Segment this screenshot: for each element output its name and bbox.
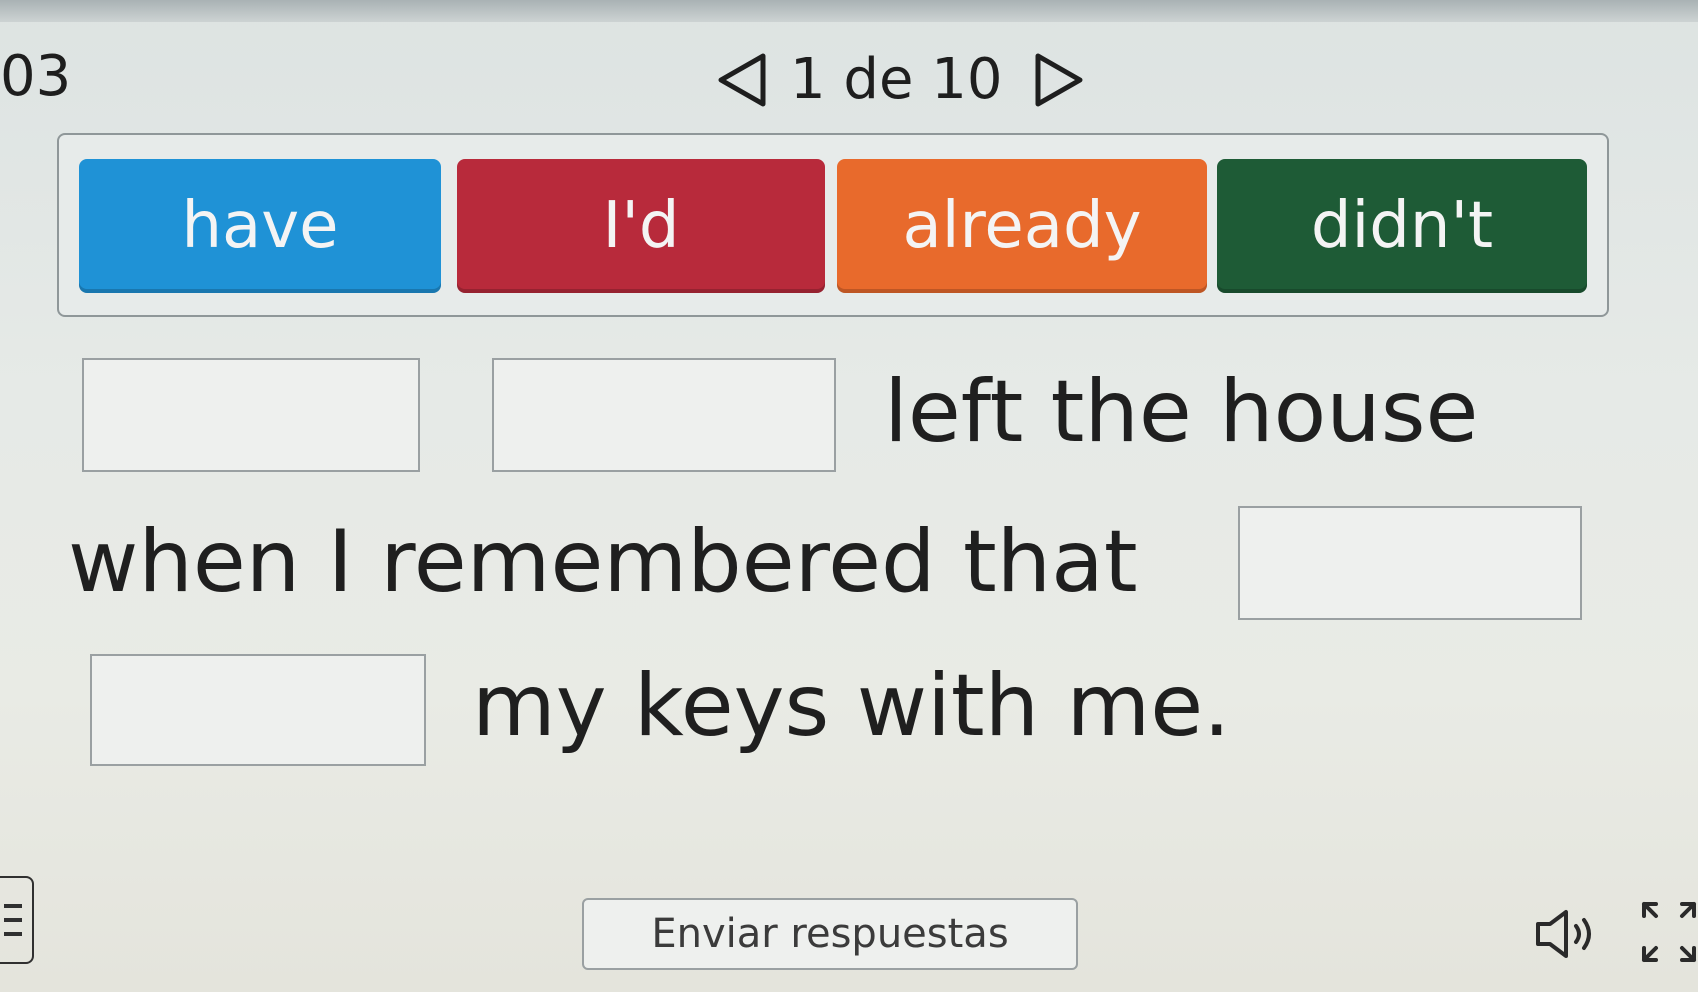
word-chip-have[interactable]: have [79, 159, 441, 293]
prev-question-button[interactable] [706, 45, 776, 115]
word-chip-already[interactable]: already [837, 159, 1207, 293]
sentence-fragment-1: left the house [884, 362, 1479, 462]
answer-blank-4[interactable] [90, 654, 426, 766]
triangle-left-icon [718, 53, 766, 107]
answer-blank-1[interactable] [82, 358, 420, 472]
question-number: 03 [0, 44, 72, 109]
pager-text: 1 de 10 [790, 47, 1003, 112]
answer-blank-2[interactable] [492, 358, 836, 472]
word-chip-didnt[interactable]: didn't [1217, 159, 1587, 293]
pager: 1 de 10 [706, 40, 1095, 120]
next-question-button[interactable] [1025, 45, 1095, 115]
word-bank: have I'd already didn't [57, 133, 1609, 317]
top-edge [0, 0, 1698, 22]
sentence-fragment-2: when I remembered that [68, 512, 1138, 612]
speaker-icon[interactable] [1532, 906, 1602, 962]
menu-icon[interactable] [0, 876, 34, 964]
submit-answers-button[interactable]: Enviar respuestas [582, 898, 1078, 970]
sentence-fragment-3: my keys with me. [472, 656, 1231, 756]
triangle-right-icon [1035, 53, 1082, 107]
word-chip-id[interactable]: I'd [457, 159, 825, 293]
answer-blank-3[interactable] [1238, 506, 1582, 620]
fullscreen-icon[interactable] [1640, 900, 1698, 964]
